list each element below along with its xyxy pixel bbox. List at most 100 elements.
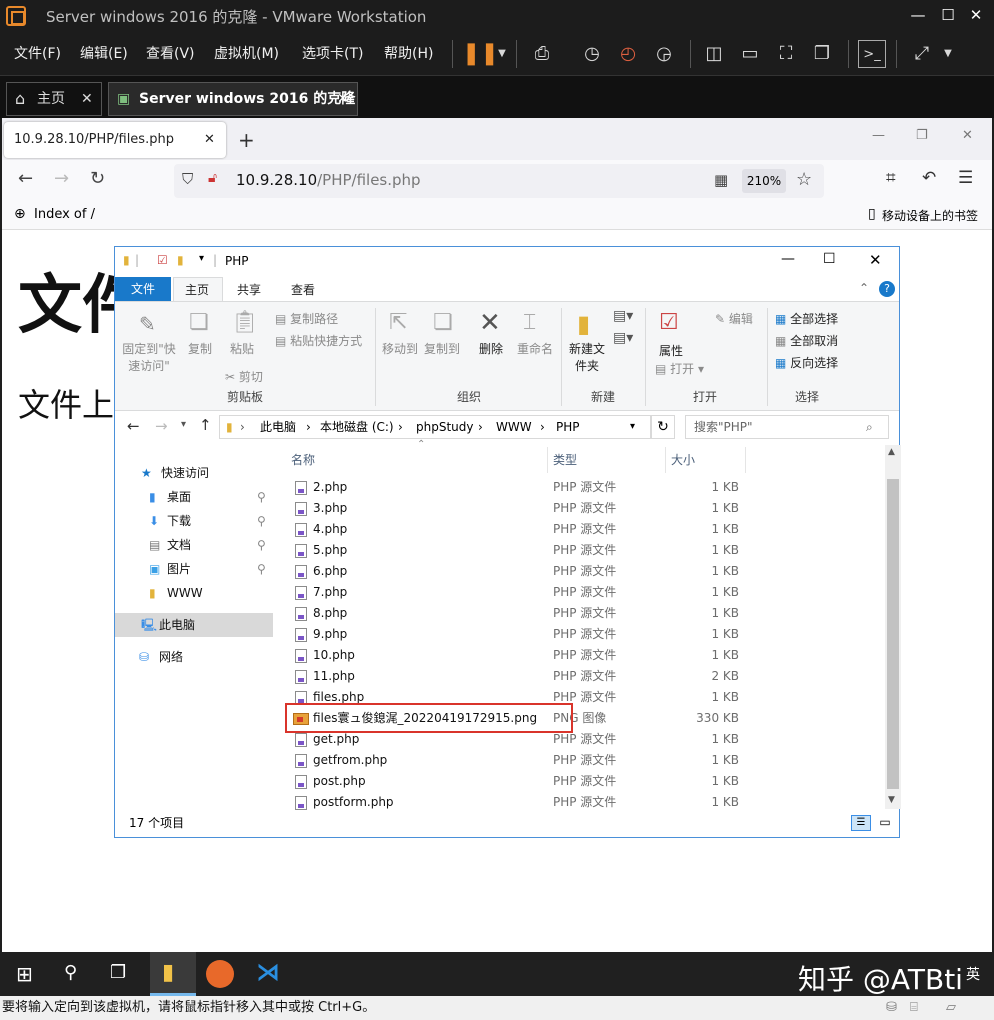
ime-indicator[interactable]: 英 [966,964,980,984]
send-ctrl-alt-del-icon[interactable]: ⎙ [528,40,556,68]
unity-icon[interactable]: ❐ [808,40,836,68]
maximize-button[interactable]: ☐ [936,4,960,26]
table-row[interactable]: 6.php PHP 源文件 1 KB [287,561,867,582]
task-view-icon[interactable]: ❐ [110,962,126,983]
paste-shortcut-button[interactable]: ▤ 粘贴快捷方式 [275,332,362,349]
move-to-button[interactable]: 移动到 [379,340,421,357]
zoom-level[interactable]: 210% [742,169,786,193]
bookmark-star-icon[interactable]: ☆ [796,169,812,190]
nav-this-pc[interactable]: 🖳︎ 此电脑 [115,613,273,637]
breadcrumb-php[interactable]: PHP [556,416,580,438]
minimize-button[interactable]: — [781,251,795,267]
table-row[interactable]: post.php PHP 源文件 1 KB [287,771,867,792]
undo-icon[interactable]: ↶ [922,168,936,188]
fullscreen-icon[interactable]: ⛶ [772,40,800,68]
scroll-down-icon[interactable]: ▼ [888,795,895,805]
nav-quick-access[interactable]: ★ 快速访问 [115,461,273,485]
breadcrumb-drive[interactable]: 本地磁盘 (C:) [320,416,394,438]
sidebar-icon[interactable]: ◫ [700,40,728,68]
column-separator[interactable] [745,447,746,473]
network-adapter-icon[interactable]: ⌸ [910,996,918,1020]
nav-documents[interactable]: ▤ 文档 ⚲ [115,533,273,557]
refresh-icon[interactable]: ↻ [651,415,675,439]
search-icon[interactable]: ⚲ [64,962,77,983]
address-bar[interactable]: ▮ › 此电脑 › 本地磁盘 (C:) › phpStudy › WWW › P… [219,415,651,439]
table-row[interactable]: 2.php PHP 源文件 1 KB [287,477,867,498]
url-bar[interactable]: ⛉ 🔓︎ 10.9.28.10/PHP/files.php ▦ 210% ☆ [174,164,824,198]
pin-quick-access-button[interactable]: 固定到"快速访问" [119,340,179,374]
close-button[interactable]: ✕ [964,4,988,26]
breadcrumb-phpstudy[interactable]: phpStudy [416,416,474,438]
tab-home[interactable]: 主页 [185,281,209,298]
mobile-bookmarks[interactable]: 移动设备上的书签 [882,207,978,224]
table-row[interactable]: 8.php PHP 源文件 1 KB [287,603,867,624]
scroll-up-icon[interactable]: ▲ [888,447,895,457]
hdd-icon[interactable]: ⛁ [886,996,897,1020]
column-name[interactable]: 名称 [291,447,315,473]
tab-view[interactable]: 查看 [291,281,315,298]
windows-start-icon[interactable]: ⊞ [16,962,33,986]
new-folder-quick-icon[interactable]: ▮ [177,253,184,267]
close-icon[interactable]: ✕ [337,83,349,115]
cut-button[interactable]: ✂ 剪切 [225,368,263,385]
chevron-down-icon[interactable]: ▾ [630,416,635,438]
open-button[interactable]: ▤ 打开 ▾ [655,360,704,377]
file-explorer-taskbar-button[interactable]: ▮ [150,952,196,996]
close-icon[interactable]: ✕ [204,122,215,158]
rename-button[interactable]: 重命名 [513,340,557,357]
copy-to-button[interactable]: 复制到 [421,340,463,357]
tab-vm[interactable]: ▣ Server windows 2016 的克隆 ✕ [108,82,358,116]
browser-tab[interactable]: 10.9.28.10/PHP/files.php ✕ [4,122,226,158]
menu-view[interactable]: 查看(V) [146,43,195,63]
tab-file[interactable]: 文件 [115,277,171,301]
menu-vm[interactable]: 虚拟机(M) [214,43,279,63]
table-row[interactable]: getfrom.php PHP 源文件 1 KB [287,750,867,771]
invert-selection-button[interactable]: ▦ 反向选择 [775,354,838,371]
minimize-button[interactable]: — [872,128,885,143]
table-row[interactable]: 5.php PHP 源文件 1 KB [287,540,867,561]
breadcrumb-this-pc[interactable]: 此电脑 [260,416,296,438]
table-row[interactable]: 3.php PHP 源文件 1 KB [287,498,867,519]
column-separator[interactable] [665,447,666,473]
up-icon[interactable]: ↑ [199,416,212,434]
nav-desktop[interactable]: ▮ 桌面 ⚲ [115,485,273,509]
nav-downloads[interactable]: ⬇ 下载 ⚲ [115,509,273,533]
revert-snapshot-icon[interactable]: ◴ [614,40,642,68]
edit-button[interactable]: ✎ 编辑 [715,310,753,327]
customize-qat-icon[interactable]: ▾ [199,253,204,264]
screenshot-icon[interactable]: ⌗ [886,168,896,188]
table-row[interactable]: 10.php PHP 源文件 1 KB [287,645,867,666]
recent-locations-icon[interactable]: ▾ [181,419,186,430]
table-row[interactable]: 11.php PHP 源文件 2 KB [287,666,867,687]
select-all-button[interactable]: ▦ 全部选择 [775,310,838,327]
table-row[interactable]: 9.php PHP 源文件 1 KB [287,624,867,645]
easy-access-icon[interactable]: ▤▾ [613,330,633,346]
minimize-button[interactable]: — [906,4,930,26]
tab-share[interactable]: 共享 [237,281,261,298]
nav-www[interactable]: ▮ WWW [115,581,273,605]
forward-icon[interactable]: → [155,417,168,435]
close-button[interactable]: ✕ [869,251,882,269]
search-box[interactable]: 搜索"PHP" ⌕ [685,415,889,439]
snapshot-manager-icon[interactable]: ◶ [650,40,678,68]
thumbnail-icon[interactable]: ▭ [736,40,764,68]
menu-file[interactable]: 文件(F) [14,43,61,63]
table-row[interactable]: 4.php PHP 源文件 1 KB [287,519,867,540]
nav-network[interactable]: ⛁ 网络 [115,645,273,669]
paste-button[interactable]: 粘贴 [225,340,259,357]
collapse-ribbon-icon[interactable]: ⌃ [859,281,869,295]
table-row[interactable]: 7.php PHP 源文件 1 KB [287,582,867,603]
message-icon[interactable]: ▱ [946,996,956,1020]
console-icon[interactable]: >_ [858,40,886,68]
nav-pictures[interactable]: ▣ 图片 ⚲ [115,557,273,581]
menu-edit[interactable]: 编辑(E) [80,43,128,63]
back-icon[interactable]: ← [127,417,140,435]
column-separator[interactable] [547,447,548,473]
select-none-button[interactable]: ▦ 全部取消 [775,332,838,349]
scrollbar-thumb[interactable] [887,479,899,789]
snapshot-icon[interactable]: ◷ [578,40,606,68]
new-item-icon[interactable]: ▤▾ [613,308,633,324]
forward-icon[interactable]: → [54,168,69,189]
delete-button[interactable]: 删除 [471,340,511,357]
column-type[interactable]: 类型 [553,447,577,473]
